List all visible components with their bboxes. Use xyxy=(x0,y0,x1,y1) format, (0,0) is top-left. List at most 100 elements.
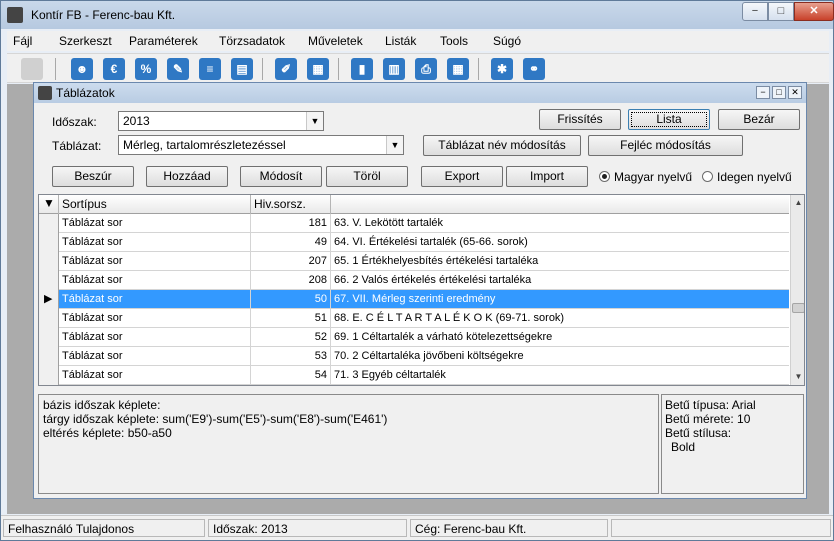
toolbar-separator xyxy=(262,58,263,80)
toolbar-separator xyxy=(338,58,339,80)
font-style-value: Bold xyxy=(671,440,696,454)
child-maximize-button[interactable]: □ xyxy=(772,86,786,99)
cell-type: Táblázat sor xyxy=(59,290,251,309)
table-icon[interactable]: ▦ xyxy=(447,58,469,80)
header-menu-icon[interactable]: ▼ xyxy=(39,195,59,214)
beszur-button[interactable]: Beszúr xyxy=(52,166,134,187)
toolbar: ☻ € % ✎ ≡ ▤ ✐ ▦ ▮ ▥ ⎙ ▦ ✱ ⚭ xyxy=(7,53,829,83)
cell-num: 208 xyxy=(251,271,331,290)
row-indicator[interactable] xyxy=(39,366,59,385)
cell-type: Táblázat sor xyxy=(59,271,251,290)
toolbar-separator xyxy=(478,58,479,80)
radio-magyar-label: Magyar nyelvű xyxy=(614,170,693,184)
table-row[interactable]: Táblázat sor 52 69. 1 Céltartalék a várh… xyxy=(39,328,789,347)
chevron-down-icon[interactable]: ▼ xyxy=(386,136,403,154)
document-icon[interactable]: ≡ xyxy=(199,58,221,80)
table-row[interactable]: Táblázat sor 54 71. 3 Egyéb céltartalék xyxy=(39,366,789,385)
row-indicator[interactable] xyxy=(39,233,59,252)
header-text[interactable] xyxy=(331,195,789,214)
chart-icon[interactable]: ▮ xyxy=(351,58,373,80)
report-icon[interactable]: ▥ xyxy=(383,58,405,80)
menu-szerkeszt[interactable]: Szerkeszt xyxy=(59,34,112,48)
child-close-button[interactable]: ✕ xyxy=(788,86,802,99)
row-indicator[interactable] xyxy=(39,309,59,328)
user-icon[interactable]: ☻ xyxy=(71,58,93,80)
cell-num: 49 xyxy=(251,233,331,252)
minimize-button[interactable]: − xyxy=(742,2,768,21)
radio-magyar-nyelvu[interactable]: Magyar nyelvű xyxy=(599,170,692,184)
tablazat-nev-modositas-button[interactable]: Táblázat név módosítás xyxy=(423,135,581,156)
modosit-button[interactable]: Módosít xyxy=(240,166,322,187)
hozzaad-button[interactable]: Hozzáad xyxy=(146,166,228,187)
euro-icon[interactable]: € xyxy=(103,58,125,80)
status-period: Időszak: 2013 xyxy=(208,519,407,537)
maximize-button[interactable]: □ xyxy=(768,2,794,21)
header-hiv-sorsz[interactable]: Hiv.sorsz. xyxy=(251,195,331,214)
row-indicator[interactable] xyxy=(39,328,59,347)
table-row[interactable]: Táblázat sor 181 63. V. Lekötött tartalé… xyxy=(39,214,789,233)
tablazat-select[interactable]: Mérleg, tartalomrészletezéssel ▼ xyxy=(118,135,404,155)
export-button[interactable]: Export xyxy=(421,166,503,187)
menu-sugo[interactable]: Súgó xyxy=(493,34,521,48)
cell-num: 53 xyxy=(251,347,331,366)
settings-icon[interactable]: ✱ xyxy=(491,58,513,80)
cell-type: Táblázat sor xyxy=(59,309,251,328)
link-icon[interactable]: ⚭ xyxy=(523,58,545,80)
child-title-bar: Táblázatok − □ ✕ xyxy=(34,83,806,103)
status-user: Felhasználó Tulajdonos xyxy=(3,519,205,537)
torol-button[interactable]: Töröl xyxy=(326,166,408,187)
header-sortipus[interactable]: Sortípus xyxy=(59,195,251,214)
scroll-up-icon[interactable]: ▲ xyxy=(791,195,804,211)
bezar-button[interactable]: Bezár xyxy=(718,109,800,130)
import-button[interactable]: Import xyxy=(506,166,588,187)
table-row[interactable]: Táblázat sor 208 66. 2 Valós értékelés é… xyxy=(39,271,789,290)
radio-idegen-nyelvu[interactable]: Idegen nyelvű xyxy=(702,170,792,184)
close-button[interactable]: ✕ xyxy=(794,2,834,21)
idoszak-select[interactable]: 2013 ▼ xyxy=(118,111,324,131)
current-row-arrow-icon[interactable]: ▶ xyxy=(39,290,59,309)
table-row[interactable]: Táblázat sor 53 70. 2 Céltartaléka jövőb… xyxy=(39,347,789,366)
fejlec-modositas-button[interactable]: Fejléc módosítás xyxy=(588,135,743,156)
title-bar: Kontír FB - Ferenc-bau Kft. − □ ✕ xyxy=(1,1,834,29)
edit-icon[interactable]: ✐ xyxy=(275,58,297,80)
row-indicator[interactable] xyxy=(39,347,59,366)
clipboard-icon[interactable]: ▤ xyxy=(231,58,253,80)
chevron-down-icon[interactable]: ▼ xyxy=(306,112,323,130)
grid-vertical-scrollbar[interactable]: ▲ ▼ xyxy=(790,195,804,385)
targy-keplet-text: tárgy időszak képlete: sum('E9')-sum('E5… xyxy=(43,412,388,426)
menu-fajl[interactable]: Fájl xyxy=(13,34,32,48)
menu-tools[interactable]: Tools xyxy=(440,34,468,48)
print-icon[interactable]: ⎙ xyxy=(415,58,437,80)
row-indicator[interactable] xyxy=(39,252,59,271)
table-row[interactable]: Táblázat sor 207 65. 1 Értékhelyesbítés … xyxy=(39,252,789,271)
cell-text: 67. VII. Mérleg szerinti eredmény xyxy=(334,293,496,305)
calculator-icon[interactable]: ▦ xyxy=(307,58,329,80)
idoszak-label: Időszak: xyxy=(52,115,97,129)
table-row[interactable]: Táblázat sor 49 64. VI. Értékelési tarta… xyxy=(39,233,789,252)
radio-unchecked-icon xyxy=(702,171,713,182)
scroll-thumb[interactable] xyxy=(792,303,804,313)
open-icon[interactable] xyxy=(21,58,43,80)
cell-text: 70. 2 Céltartaléka jövőbeni költségekre xyxy=(334,350,524,362)
row-indicator[interactable] xyxy=(39,214,59,233)
cell-text: 69. 1 Céltartalék a várható kötelezettsé… xyxy=(334,331,553,343)
wrench-icon[interactable]: ✎ xyxy=(167,58,189,80)
tablazatok-window: Táblázatok − □ ✕ Időszak: 2013 ▼ Tábláza… xyxy=(33,82,807,499)
table-grid: ▼ Sortípus Hiv.sorsz. Táblázat sor 181 6… xyxy=(38,194,805,386)
child-minimize-button[interactable]: − xyxy=(756,86,770,99)
percent-icon[interactable]: % xyxy=(135,58,157,80)
cell-type: Táblázat sor xyxy=(59,214,251,233)
table-row-selected[interactable]: ▶ Táblázat sor 50 67. VII. Mérleg szerin… xyxy=(39,290,789,309)
cell-type: Táblázat sor xyxy=(59,328,251,347)
scroll-down-icon[interactable]: ▼ xyxy=(791,369,804,385)
lista-button[interactable]: Lista xyxy=(628,109,710,130)
menu-torzsadatok[interactable]: Törzsadatok xyxy=(219,34,285,48)
row-indicator[interactable] xyxy=(39,271,59,290)
menu-listak[interactable]: Listák xyxy=(385,34,416,48)
menu-parameterek[interactable]: Paraméterek xyxy=(129,34,198,48)
table-row[interactable]: Táblázat sor 51 68. E. C É L T A R T A L… xyxy=(39,309,789,328)
frissites-button[interactable]: Frissítés xyxy=(539,109,621,130)
status-empty-panel xyxy=(611,519,831,537)
radio-checked-icon xyxy=(599,171,610,182)
menu-muveletek[interactable]: Műveletek xyxy=(308,34,363,48)
